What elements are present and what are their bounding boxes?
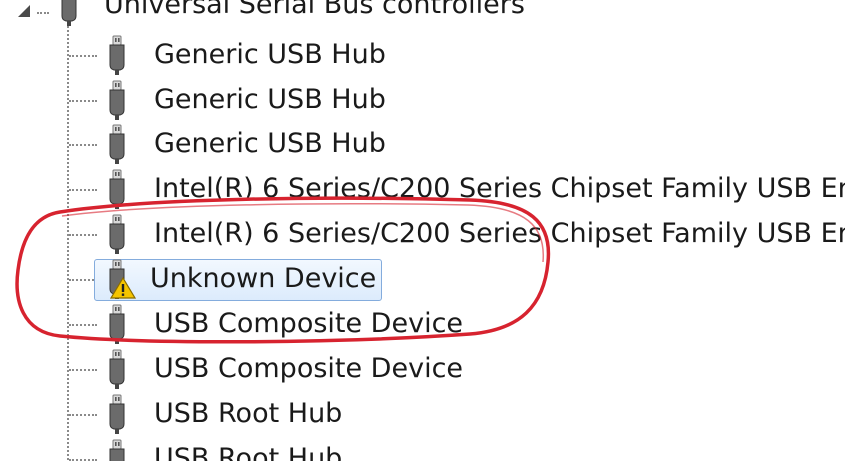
tree-connector-dots	[69, 234, 97, 236]
tree-connector-dots	[69, 324, 97, 326]
tree-device-item[interactable]: USB Root Hub	[0, 392, 845, 436]
tree-connector-dots	[69, 189, 97, 191]
tree-device-item[interactable]: USB Root Hub	[0, 437, 845, 461]
usb-plug-icon	[109, 439, 125, 461]
tree-connector-dots	[69, 55, 97, 57]
usb-plug-icon	[109, 214, 125, 254]
tree-connector-dots	[69, 369, 97, 371]
tree-connector-dots	[69, 100, 97, 102]
tree-connector-dots	[69, 279, 97, 281]
device-label: Generic USB Hub	[154, 39, 386, 70]
device-manager-tree: Universal Serial Bus controllers Generic…	[0, 0, 845, 461]
device-label: USB Composite Device	[154, 308, 464, 339]
tree-device-item[interactable]: Unknown Device	[0, 257, 845, 301]
tree-device-item[interactable]: Intel(R) 6 Series/C200 Series Chipset Fa…	[0, 212, 845, 256]
usb-plug-icon	[109, 349, 125, 389]
usb-plug-icon	[109, 304, 125, 344]
device-label: Generic USB Hub	[154, 84, 386, 115]
usb-plug-icon	[61, 0, 77, 26]
warning-triangle-icon	[110, 277, 136, 299]
tree-connector-dots	[69, 414, 97, 416]
tree-device-item[interactable]: Generic USB Hub	[0, 122, 845, 166]
device-label: USB Root Hub	[154, 443, 343, 461]
tree-device-item[interactable]: Intel(R) 6 Series/C200 Series Chipset Fa…	[0, 167, 845, 211]
tree-connector-dots	[37, 12, 49, 14]
usb-plug-icon	[109, 35, 125, 75]
tree-device-item[interactable]: Generic USB Hub	[0, 78, 845, 122]
usb-plug-icon	[109, 124, 125, 164]
device-label: Generic USB Hub	[154, 128, 386, 159]
usb-plug-icon	[109, 394, 125, 434]
device-label: Intel(R) 6 Series/C200 Series Chipset Fa…	[154, 218, 845, 249]
usb-plug-icon	[109, 169, 125, 209]
expanded-triangle-icon[interactable]	[17, 4, 31, 18]
device-label: USB Root Hub	[154, 398, 343, 429]
category-label: Universal Serial Bus controllers	[104, 0, 525, 20]
tree-device-item[interactable]: USB Composite Device	[0, 302, 845, 346]
usb-plug-icon	[109, 80, 125, 120]
device-label: USB Composite Device	[154, 353, 464, 384]
device-label: Intel(R) 6 Series/C200 Series Chipset Fa…	[154, 173, 845, 204]
device-label: Unknown Device	[150, 263, 377, 294]
tree-device-item[interactable]: USB Composite Device	[0, 347, 845, 391]
tree-connector-dots	[69, 144, 97, 146]
tree-device-item[interactable]: Generic USB Hub	[0, 33, 845, 77]
